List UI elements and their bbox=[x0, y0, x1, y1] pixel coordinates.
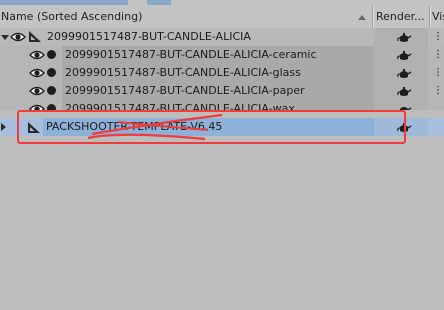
sort-ascending-icon bbox=[358, 15, 366, 20]
tree-row-group-selected[interactable]: PACKSHOOTER-TEMPLATE-V6.45 bbox=[0, 118, 444, 136]
tree-row-group[interactable]: 2099901517487-BUT-CANDLE-ALICIA bbox=[0, 28, 444, 46]
object-dot-icon bbox=[47, 68, 56, 77]
more-options-icon[interactable] bbox=[437, 85, 439, 95]
row-label: 2099901517487-BUT-CANDLE-ALICIA-paper bbox=[62, 82, 375, 100]
row-label: 2099901517487-BUT-CANDLE-ALICIA-ceramic bbox=[62, 46, 375, 64]
object-dot-icon bbox=[47, 104, 56, 110]
outliner-header: Name (Sorted Ascending) Render... Visi bbox=[0, 0, 444, 29]
column-header-render[interactable]: Render... bbox=[374, 6, 430, 27]
column-header-visibility[interactable]: Visi bbox=[431, 6, 444, 27]
teapot-render-icon[interactable] bbox=[396, 86, 412, 98]
visibility-cell[interactable] bbox=[431, 28, 444, 46]
column-header-name[interactable]: Name (Sorted Ascending) bbox=[0, 6, 373, 27]
teapot-render-icon[interactable] bbox=[396, 50, 412, 62]
tree-row-child[interactable]: 2099901517487-BUT-CANDLE-ALICIA-paper bbox=[0, 82, 444, 100]
teapot-render-icon[interactable] bbox=[396, 122, 412, 134]
teapot-render-icon[interactable] bbox=[396, 32, 412, 44]
row-label: 2099901517487-BUT-CANDLE-ALICIA-wax bbox=[62, 100, 375, 110]
more-options-icon[interactable] bbox=[437, 31, 439, 41]
render-cell[interactable] bbox=[374, 118, 428, 136]
eye-visibility-icon[interactable] bbox=[10, 31, 26, 43]
eye-visibility-icon[interactable] bbox=[29, 67, 45, 79]
teapot-render-icon[interactable] bbox=[396, 68, 412, 80]
header-top-strip-2 bbox=[147, 0, 171, 5]
visibility-cell[interactable] bbox=[431, 46, 444, 64]
eye-visibility-icon[interactable] bbox=[29, 49, 45, 61]
visibility-cell[interactable] bbox=[431, 64, 444, 82]
eye-visibility-icon[interactable] bbox=[29, 85, 45, 97]
render-cell[interactable] bbox=[374, 100, 428, 110]
teapot-render-icon[interactable] bbox=[396, 104, 412, 110]
header-top-strip bbox=[0, 0, 128, 5]
expand-arrow-icon[interactable] bbox=[1, 35, 9, 40]
row-label: PACKSHOOTER-TEMPLATE-V6.45 bbox=[43, 118, 375, 136]
object-dot-icon bbox=[47, 50, 56, 59]
visibility-cell[interactable] bbox=[431, 82, 444, 100]
set-square-icon bbox=[29, 31, 41, 42]
more-options-icon[interactable] bbox=[437, 49, 439, 59]
more-options-icon[interactable] bbox=[437, 67, 439, 77]
tree-row-child-partial[interactable]: 2099901517487-BUT-CANDLE-ALICIA-wax bbox=[0, 100, 444, 110]
render-cell[interactable] bbox=[374, 28, 428, 46]
row-label: 2099901517487-BUT-CANDLE-ALICIA bbox=[47, 30, 251, 43]
eye-visibility-icon[interactable] bbox=[29, 103, 45, 110]
row-label: 2099901517487-BUT-CANDLE-ALICIA-glass bbox=[62, 64, 375, 82]
tree-row-child[interactable]: 2099901517487-BUT-CANDLE-ALICIA-ceramic bbox=[0, 46, 444, 64]
object-dot-icon bbox=[47, 86, 56, 95]
set-square-icon bbox=[28, 122, 40, 133]
tree-row-child[interactable]: 2099901517487-BUT-CANDLE-ALICIA-glass bbox=[0, 64, 444, 82]
render-cell[interactable] bbox=[374, 82, 428, 100]
render-cell[interactable] bbox=[374, 64, 428, 82]
collapse-arrow-icon[interactable] bbox=[1, 123, 6, 131]
render-cell[interactable] bbox=[374, 46, 428, 64]
